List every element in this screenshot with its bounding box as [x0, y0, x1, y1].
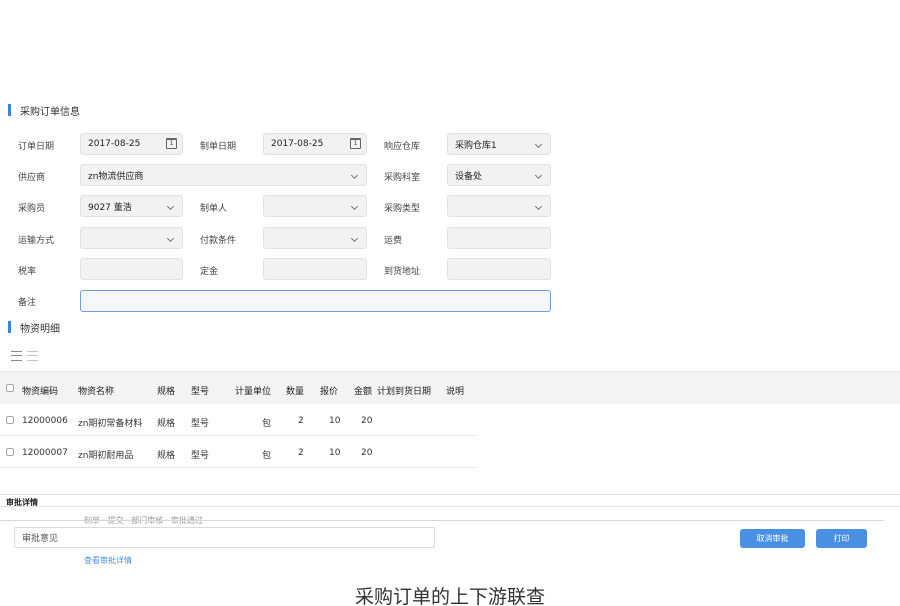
remark-label: 备注 [18, 298, 37, 308]
cell-amount: 20 [361, 416, 373, 426]
calendar-icon[interactable]: 1 [166, 138, 177, 149]
cell-model: 型号 [191, 419, 210, 429]
buyer-select[interactable]: 9027 董浩 [80, 195, 183, 217]
table-row[interactable]: 12000007 zn期初耐用品 规格 型号 包 2 10 20 [0, 436, 476, 468]
cell-amount: 20 [361, 448, 373, 458]
create-date-value: 2017-08-25 [271, 139, 324, 149]
select-all-checkbox[interactable] [6, 384, 14, 392]
chevron-down-icon [350, 202, 359, 211]
chevron-down-icon [534, 171, 543, 180]
warehouse-label: 响应仓库 [384, 142, 421, 152]
table-header: 物资编码 物资名称 规格 型号 计量单位 数量 报价 金额 计划到货日期 说明 [0, 371, 900, 404]
order-info-title: 采购订单信息 [8, 103, 80, 118]
cell-name: zn期初常备材料 [78, 419, 143, 429]
approval-inner-divider [0, 506, 900, 507]
cell-name: zn期初耐用品 [78, 451, 134, 461]
chevron-down-icon [350, 234, 359, 243]
remark-input[interactable] [80, 290, 551, 312]
popup-top-edge [0, 520, 884, 521]
col-name: 物资名称 [78, 387, 115, 397]
tax-rate-label: 税率 [18, 267, 37, 277]
print-button[interactable]: 打印 [816, 529, 867, 548]
table-row[interactable]: 12000006 zn期初常备材料 规格 型号 包 2 10 20 [0, 404, 476, 436]
section-accent-bar [8, 321, 11, 333]
cell-price: 10 [329, 416, 341, 426]
freight-label: 运费 [384, 236, 403, 246]
cell-price: 10 [329, 448, 341, 458]
material-detail-title: 物资明细 [8, 320, 60, 335]
pay-terms-select[interactable] [263, 227, 367, 249]
cell-code: 12000007 [22, 448, 68, 458]
purchase-type-select[interactable] [447, 195, 551, 217]
create-date-label: 制单日期 [200, 142, 237, 152]
view-approval-detail-link[interactable]: 查看审批详情 [84, 555, 132, 566]
chevron-down-icon [166, 202, 175, 211]
approval-opinion-input[interactable]: 审批意见 [14, 527, 435, 548]
col-arrival-date: 计划到货日期 [377, 387, 432, 397]
dept-label: 采购科室 [384, 173, 421, 183]
tax-rate-input[interactable] [80, 258, 183, 280]
cell-model: 型号 [191, 451, 210, 461]
address-label: 到货地址 [384, 267, 421, 277]
cell-spec: 规格 [157, 451, 176, 461]
col-model: 型号 [191, 387, 210, 397]
chevron-down-icon [350, 171, 359, 180]
chevron-down-icon [166, 234, 175, 243]
deposit-label: 定金 [200, 267, 219, 277]
dept-value: 设备处 [455, 171, 483, 182]
material-detail-title-text: 物资明细 [20, 323, 60, 335]
cell-unit: 包 [262, 451, 272, 461]
col-amount: 金额 [354, 387, 373, 397]
creator-select[interactable] [263, 195, 367, 217]
col-note: 说明 [446, 387, 465, 397]
chevron-down-icon [534, 140, 543, 149]
buyer-label: 采购员 [18, 204, 46, 214]
col-qty: 数量 [286, 387, 305, 397]
create-date-field[interactable]: 2017-08-25 1 [263, 133, 367, 155]
detail-view-icon[interactable] [27, 351, 38, 361]
col-code: 物资编码 [22, 387, 59, 397]
supplier-select[interactable]: zn物流供应商 [80, 164, 367, 186]
opinion-placeholder: 审批意见 [22, 534, 59, 544]
image-caption: 采购订单的上下游联查 [354, 586, 545, 606]
order-date-value: 2017-08-25 [88, 139, 141, 149]
col-price: 报价 [320, 387, 339, 397]
cell-unit: 包 [262, 419, 272, 429]
supplier-label: 供应商 [18, 173, 46, 183]
buyer-value: 9027 董浩 [88, 202, 132, 213]
cell-qty: 2 [298, 416, 304, 426]
order-date-field[interactable]: 2017-08-25 1 [80, 133, 183, 155]
col-unit: 计量单位 [235, 387, 272, 397]
cancel-approval-button[interactable]: 取消审批 [740, 529, 805, 548]
warehouse-value: 采购仓库1 [455, 140, 497, 151]
chevron-down-icon [534, 202, 543, 211]
col-spec: 规格 [157, 387, 176, 397]
address-input[interactable] [447, 258, 551, 280]
row-checkbox[interactable] [6, 416, 14, 424]
supplier-value: zn物流供应商 [88, 171, 144, 182]
section-accent-bar [8, 104, 11, 116]
deposit-input[interactable] [263, 258, 367, 280]
list-view-icon[interactable] [11, 351, 22, 361]
order-date-label: 订单日期 [18, 142, 55, 152]
transport-select[interactable] [80, 227, 183, 249]
order-info-title-text: 采购订单信息 [20, 106, 80, 118]
row-checkbox[interactable] [6, 448, 14, 456]
cell-code: 12000006 [22, 416, 68, 426]
creator-label: 制单人 [200, 204, 228, 214]
cell-spec: 规格 [157, 419, 176, 429]
purchase-type-label: 采购类型 [384, 204, 421, 214]
freight-input[interactable] [447, 227, 551, 249]
calendar-icon[interactable]: 1 [350, 138, 361, 149]
transport-label: 运输方式 [18, 236, 55, 246]
cell-qty: 2 [298, 448, 304, 458]
dept-select[interactable]: 设备处 [447, 164, 551, 186]
approval-divider [0, 494, 900, 495]
pay-terms-label: 付款条件 [200, 236, 237, 246]
warehouse-select[interactable]: 采购仓库1 [447, 133, 551, 155]
